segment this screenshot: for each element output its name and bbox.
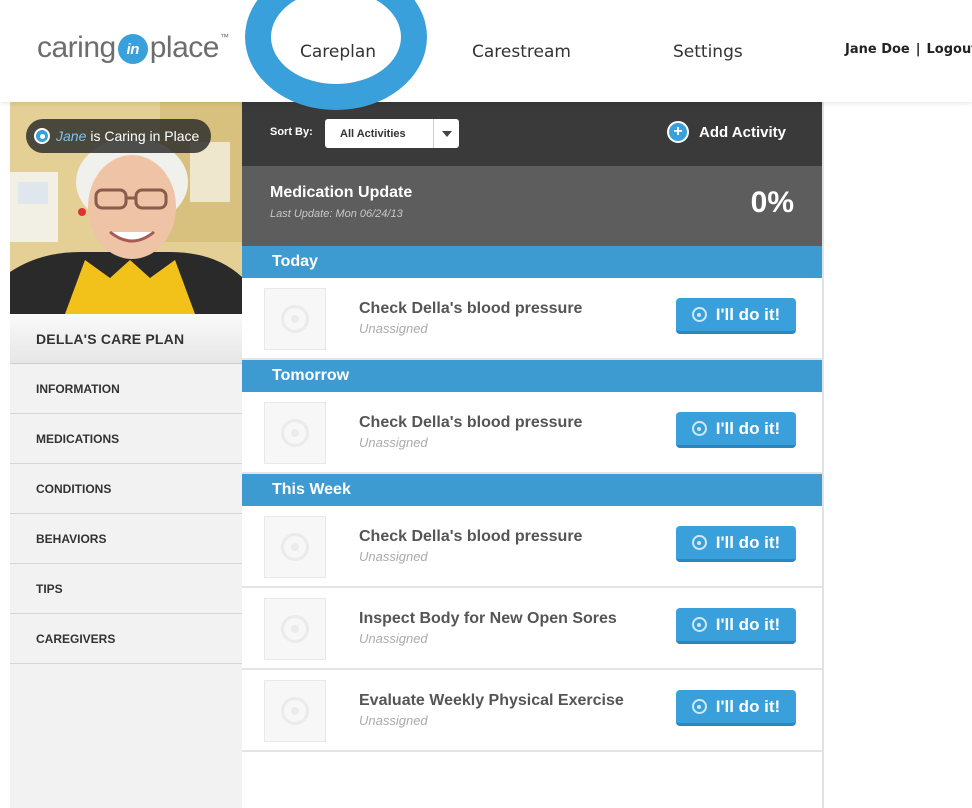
ill-do-it-label: I'll do it! <box>715 614 781 634</box>
sort-by-dropdown[interactable]: All Activities <box>325 119 459 148</box>
section-header-tomorrow: Tomorrow <box>242 360 822 392</box>
sort-by-value: All Activities <box>340 127 406 140</box>
section-header-today: Today <box>242 246 822 278</box>
sidebar-item-information[interactable]: INFORMATION <box>10 364 242 414</box>
profile-photo: Jane is Caring in Place <box>10 102 242 314</box>
activity-toolbar: Sort By: All Activities + Add Activity <box>242 102 822 166</box>
nav-tab-settings[interactable]: Settings <box>673 42 743 62</box>
caring-in-place-logo[interactable]: caring in place ™ <box>37 28 229 68</box>
target-icon <box>281 533 309 561</box>
sidebar-item-tips[interactable]: TIPS <box>10 564 242 614</box>
target-icon <box>691 617 707 632</box>
target-icon <box>281 697 309 725</box>
ill-do-it-button[interactable]: I'll do it! <box>676 412 796 448</box>
user-area: Jane Doe | Logout <box>845 42 972 57</box>
task-row: Inspect Body for New Open Sores Unassign… <box>242 588 822 670</box>
task-title[interactable]: Inspect Body for New Open Sores <box>359 610 617 628</box>
add-activity-label: Add Activity <box>699 123 786 141</box>
activity-panel: Sort By: All Activities + Add Activity M… <box>242 102 824 808</box>
sidebar-item-conditions[interactable]: CONDITIONS <box>10 464 242 514</box>
logo-text-place: place <box>149 31 220 64</box>
task-assignee: Unassigned <box>359 321 428 336</box>
medication-update-title: Medication Update <box>270 184 413 201</box>
medication-update-percent: 0% <box>750 186 794 219</box>
ill-do-it-button[interactable]: I'll do it! <box>676 298 796 334</box>
target-icon <box>691 307 707 322</box>
logo-text-caring: caring <box>37 31 116 64</box>
target-icon <box>691 535 707 550</box>
logout-link[interactable]: Logout <box>927 42 972 57</box>
ill-do-it-button[interactable]: I'll do it! <box>676 608 796 644</box>
medication-update-banner[interactable]: Medication Update Last Update: Mon 06/24… <box>242 166 822 246</box>
chevron-down-icon[interactable] <box>433 119 459 148</box>
task-row: Evaluate Weekly Physical Exercise Unassi… <box>242 670 822 752</box>
logo-in-circle: in <box>117 34 148 64</box>
nav-tab-careplan[interactable]: Careplan <box>300 42 376 62</box>
task-row: Check Della's blood pressure Unassigned … <box>242 506 822 588</box>
task-thumbnail <box>264 680 326 742</box>
task-title[interactable]: Check Della's blood pressure <box>359 300 582 318</box>
task-row: Check Della's blood pressure Unassigned … <box>242 392 822 474</box>
target-icon <box>281 419 309 447</box>
ill-do-it-label: I'll do it! <box>715 418 781 438</box>
task-thumbnail <box>264 598 326 660</box>
task-thumbnail <box>264 402 326 464</box>
ill-do-it-label: I'll do it! <box>715 304 781 324</box>
task-thumbnail <box>264 288 326 350</box>
task-assignee: Unassigned <box>359 435 428 450</box>
caring-in-place-badge: Jane is Caring in Place <box>26 119 212 153</box>
target-icon <box>281 305 309 333</box>
ill-do-it-button[interactable]: I'll do it! <box>676 690 796 726</box>
sidebar-item-behaviors[interactable]: BEHAVIORS <box>10 514 242 564</box>
sidebar-item-medications[interactable]: MEDICATIONS <box>10 414 242 464</box>
task-thumbnail <box>264 516 326 578</box>
task-assignee: Unassigned <box>359 713 428 728</box>
task-assignee: Unassigned <box>359 549 428 564</box>
care-plan-title: DELLA'S CARE PLAN <box>10 314 242 364</box>
care-plan-menu: INFORMATION MEDICATIONS CONDITIONS BEHAV… <box>10 364 242 664</box>
left-sidebar: Jane is Caring in Place DELLA'S CARE PLA… <box>10 102 242 808</box>
ill-do-it-button[interactable]: I'll do it! <box>676 526 796 562</box>
badge-user-name[interactable]: Jane <box>56 128 86 144</box>
plus-circle-icon: + <box>667 121 689 143</box>
ill-do-it-label: I'll do it! <box>715 532 781 552</box>
medication-update-date: Last Update: Mon 06/24/13 <box>270 208 403 220</box>
sort-by-label: Sort By: <box>270 126 313 138</box>
user-separator: | <box>915 42 921 57</box>
section-header-this-week: This Week <box>242 474 822 506</box>
task-title[interactable]: Evaluate Weekly Physical Exercise <box>359 692 624 710</box>
user-name-link[interactable]: Jane Doe <box>845 42 910 57</box>
target-icon <box>281 615 309 643</box>
sidebar-item-caregivers[interactable]: CAREGIVERS <box>10 614 242 664</box>
ill-do-it-label: I'll do it! <box>715 696 781 716</box>
badge-dot-icon <box>34 128 50 144</box>
task-assignee: Unassigned <box>359 631 428 646</box>
nav-tab-carestream[interactable]: Carestream <box>472 42 571 62</box>
badge-text: is Caring in Place <box>90 128 200 144</box>
top-header: caring in place ™ Careplan Carestream Se… <box>0 0 972 110</box>
task-title[interactable]: Check Della's blood pressure <box>359 414 582 432</box>
task-row: Check Della's blood pressure Unassigned … <box>242 278 822 360</box>
add-activity-button[interactable]: + Add Activity <box>667 121 786 143</box>
target-icon <box>691 699 707 714</box>
logo-trademark: ™ <box>219 32 229 42</box>
task-title[interactable]: Check Della's blood pressure <box>359 528 582 546</box>
target-icon <box>691 421 707 436</box>
